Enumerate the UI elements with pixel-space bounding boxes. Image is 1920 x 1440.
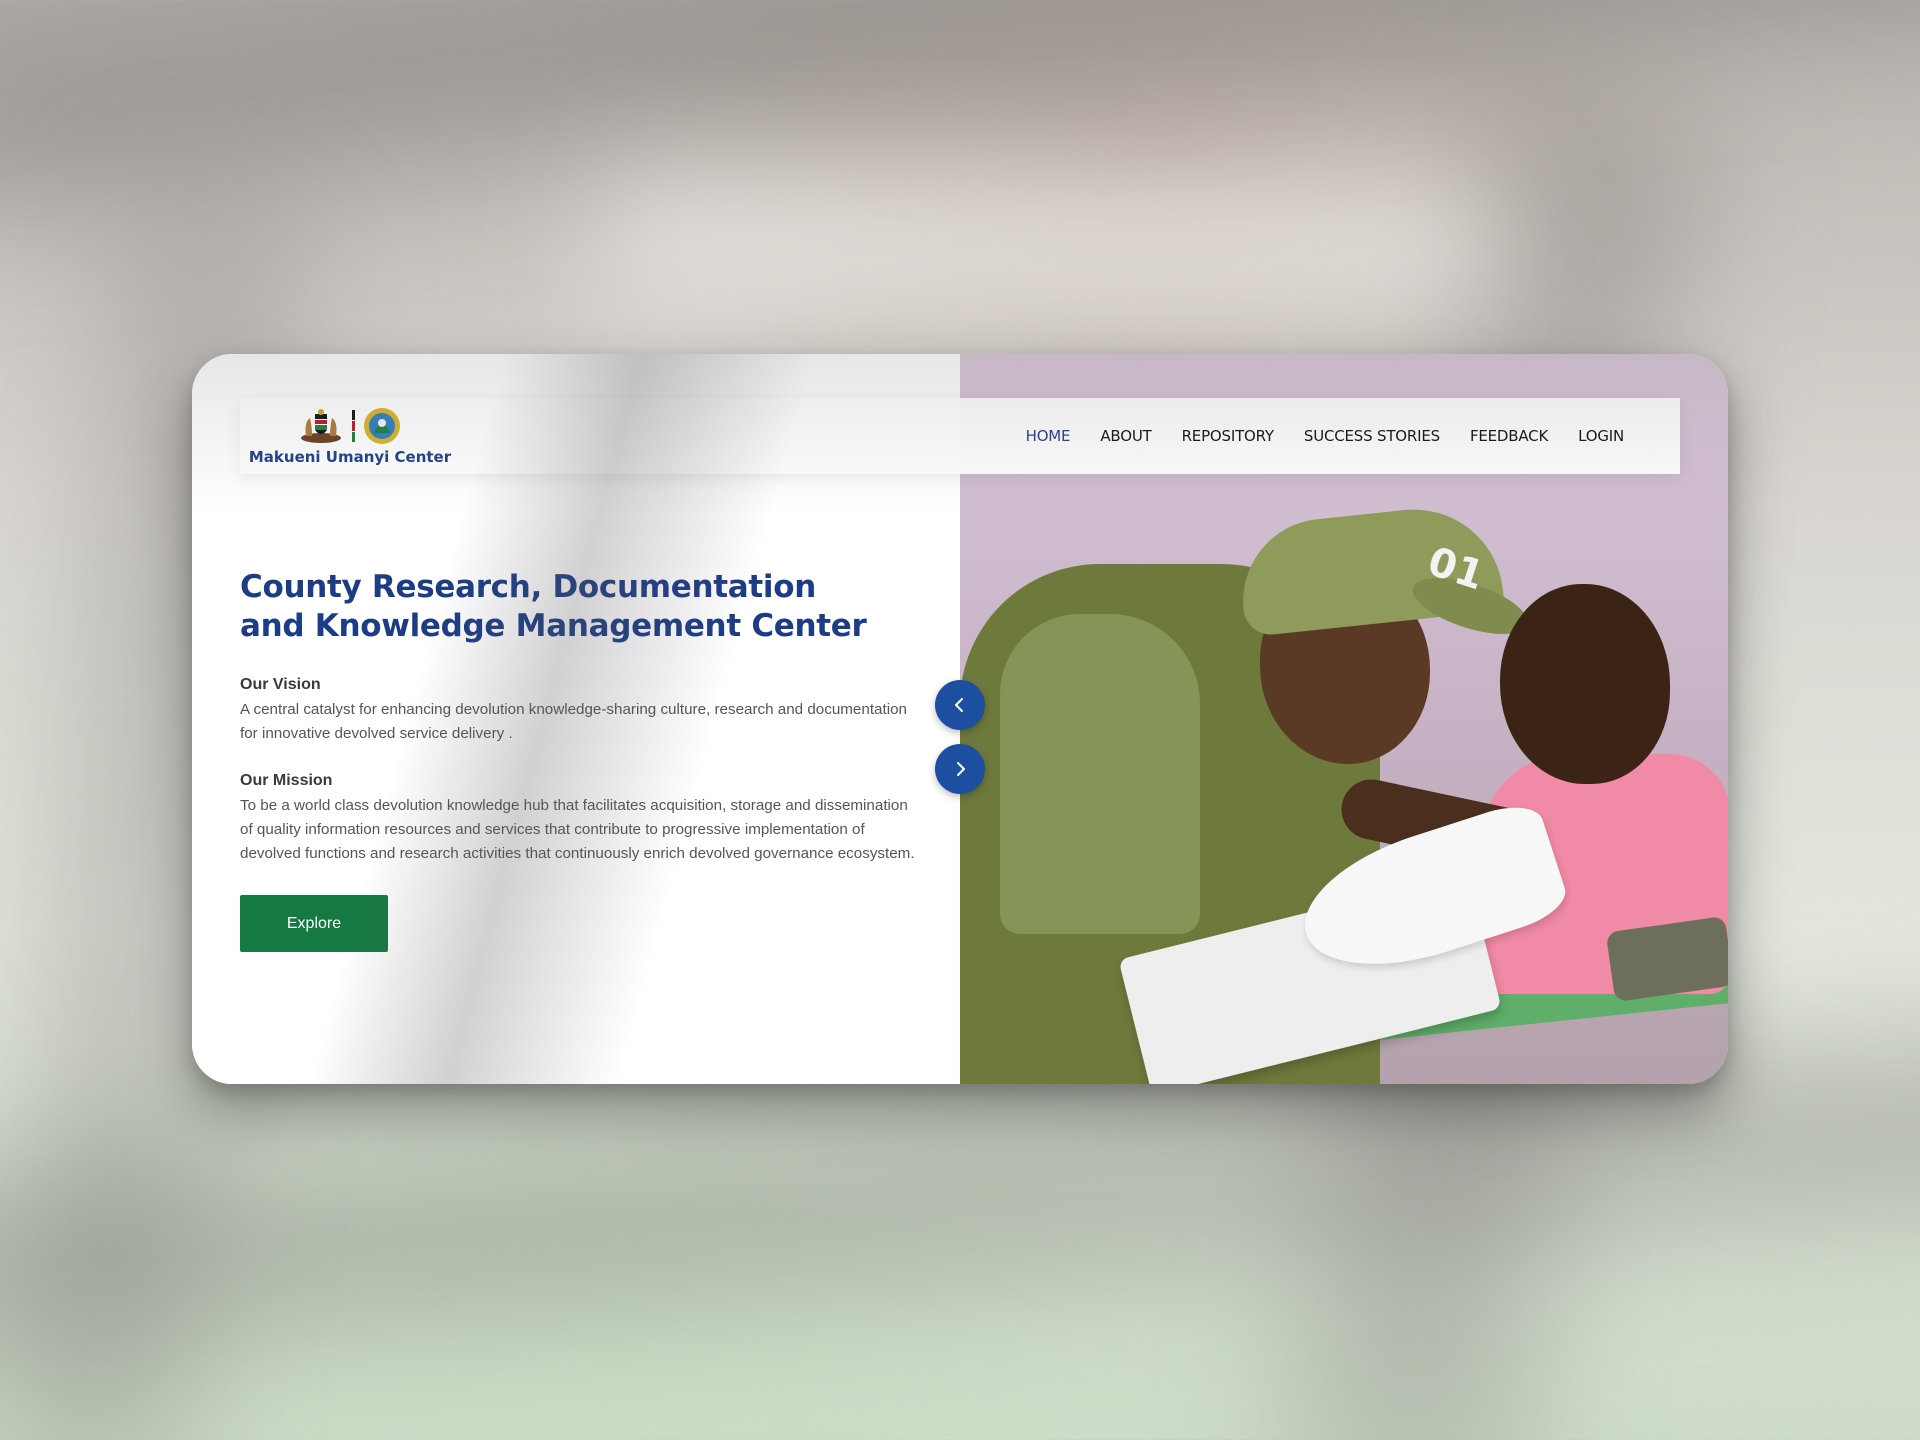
photo-boy-head bbox=[1500, 584, 1670, 784]
brand-logo[interactable]: Makueni Umanyi Center bbox=[249, 406, 451, 466]
vision-label: Our Vision bbox=[240, 676, 321, 693]
nav-feedback[interactable]: FEEDBACK bbox=[1470, 427, 1548, 445]
nav-home[interactable]: HOME bbox=[1026, 427, 1071, 445]
chevron-right-icon bbox=[957, 762, 965, 776]
site-header: Makueni Umanyi Center HOME ABOUT REPOSIT… bbox=[240, 398, 1680, 474]
photo-man-vest bbox=[1000, 614, 1200, 934]
makueni-county-seal-icon bbox=[364, 408, 400, 444]
brand-emblems bbox=[298, 406, 402, 446]
nav-repository[interactable]: REPOSITORY bbox=[1182, 427, 1274, 445]
nav-about[interactable]: ABOUT bbox=[1100, 427, 1151, 445]
nav-login[interactable]: LOGIN bbox=[1578, 427, 1624, 445]
backdrop-glow bbox=[600, 180, 1500, 320]
main-navigation: HOME ABOUT REPOSITORY SUCCESS STORIES FE… bbox=[1026, 427, 1625, 445]
backdrop-shadow bbox=[0, 1039, 1920, 1351]
explore-button[interactable]: Explore bbox=[240, 895, 388, 952]
brand-name: Makueni Umanyi Center bbox=[248, 448, 452, 466]
slider-prev-button[interactable] bbox=[935, 680, 985, 730]
website-card: County Research, Documentation and Knowl… bbox=[192, 354, 1728, 1084]
kenya-coat-of-arms-icon bbox=[301, 409, 341, 443]
emblem-divider bbox=[352, 410, 355, 442]
vision-text: A central catalyst for enhancing devolut… bbox=[240, 701, 907, 742]
mission-label: Our Mission bbox=[240, 772, 333, 789]
slider-next-button[interactable] bbox=[935, 744, 985, 794]
chevron-left-icon bbox=[955, 698, 963, 712]
mission-text: To be a world class devolution knowledge… bbox=[240, 797, 915, 862]
nav-success-stories[interactable]: SUCCESS STORIES bbox=[1304, 427, 1440, 445]
hero-title: County Research, Documentation and Knowl… bbox=[240, 569, 867, 644]
